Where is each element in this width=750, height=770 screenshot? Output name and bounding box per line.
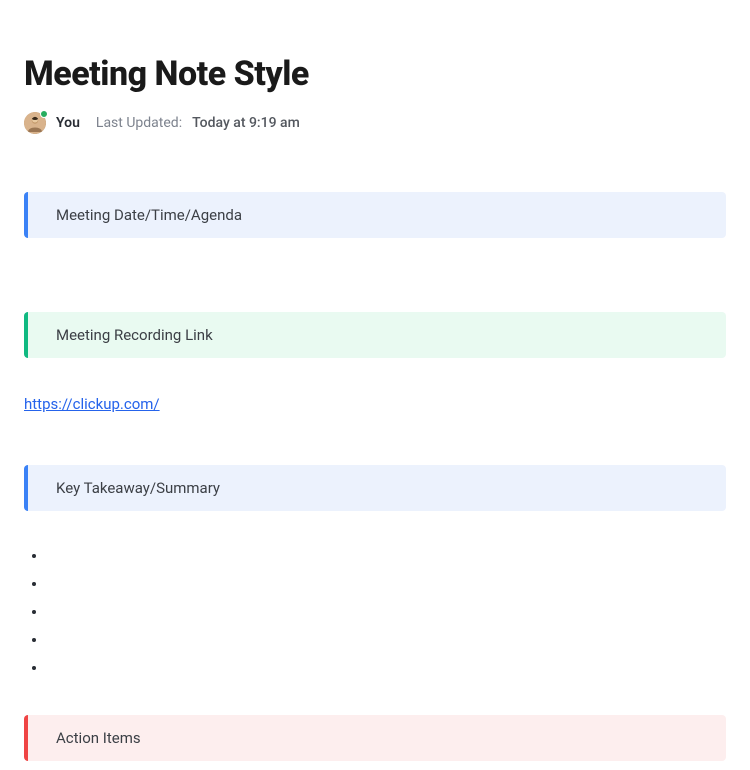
- presence-indicator-icon: [40, 110, 48, 118]
- spacer: [24, 413, 726, 465]
- section-action-heading: Action Items: [56, 729, 141, 747]
- last-updated-value: Today at 9:19 am: [192, 115, 300, 131]
- section-action-banner[interactable]: Action Items: [24, 715, 726, 761]
- page-title: Meeting Note Style: [24, 54, 726, 94]
- section-agenda-heading: Meeting Date/Time/Agenda: [56, 206, 242, 224]
- section-agenda-banner[interactable]: Meeting Date/Time/Agenda: [24, 192, 726, 238]
- last-updated-label: Last Updated:: [96, 115, 182, 131]
- takeaway-bullet-list[interactable]: [46, 545, 726, 675]
- list-item[interactable]: [46, 573, 726, 591]
- author-name: You: [56, 115, 80, 131]
- recording-link-row: https://clickup.com/: [24, 394, 726, 413]
- list-item[interactable]: [46, 657, 726, 675]
- list-item[interactable]: [46, 545, 726, 563]
- section-recording-heading: Meeting Recording Link: [56, 326, 213, 344]
- recording-link[interactable]: https://clickup.com/: [24, 395, 160, 413]
- section-takeaway-banner[interactable]: Key Takeaway/Summary: [24, 465, 726, 511]
- meta-row: You Last Updated: Today at 9:19 am: [24, 112, 726, 134]
- author-avatar[interactable]: [24, 112, 46, 134]
- section-recording-banner[interactable]: Meeting Recording Link: [24, 312, 726, 358]
- list-item[interactable]: [46, 629, 726, 647]
- section-takeaway-heading: Key Takeaway/Summary: [56, 479, 220, 497]
- spacer: [24, 238, 726, 312]
- list-item[interactable]: [46, 601, 726, 619]
